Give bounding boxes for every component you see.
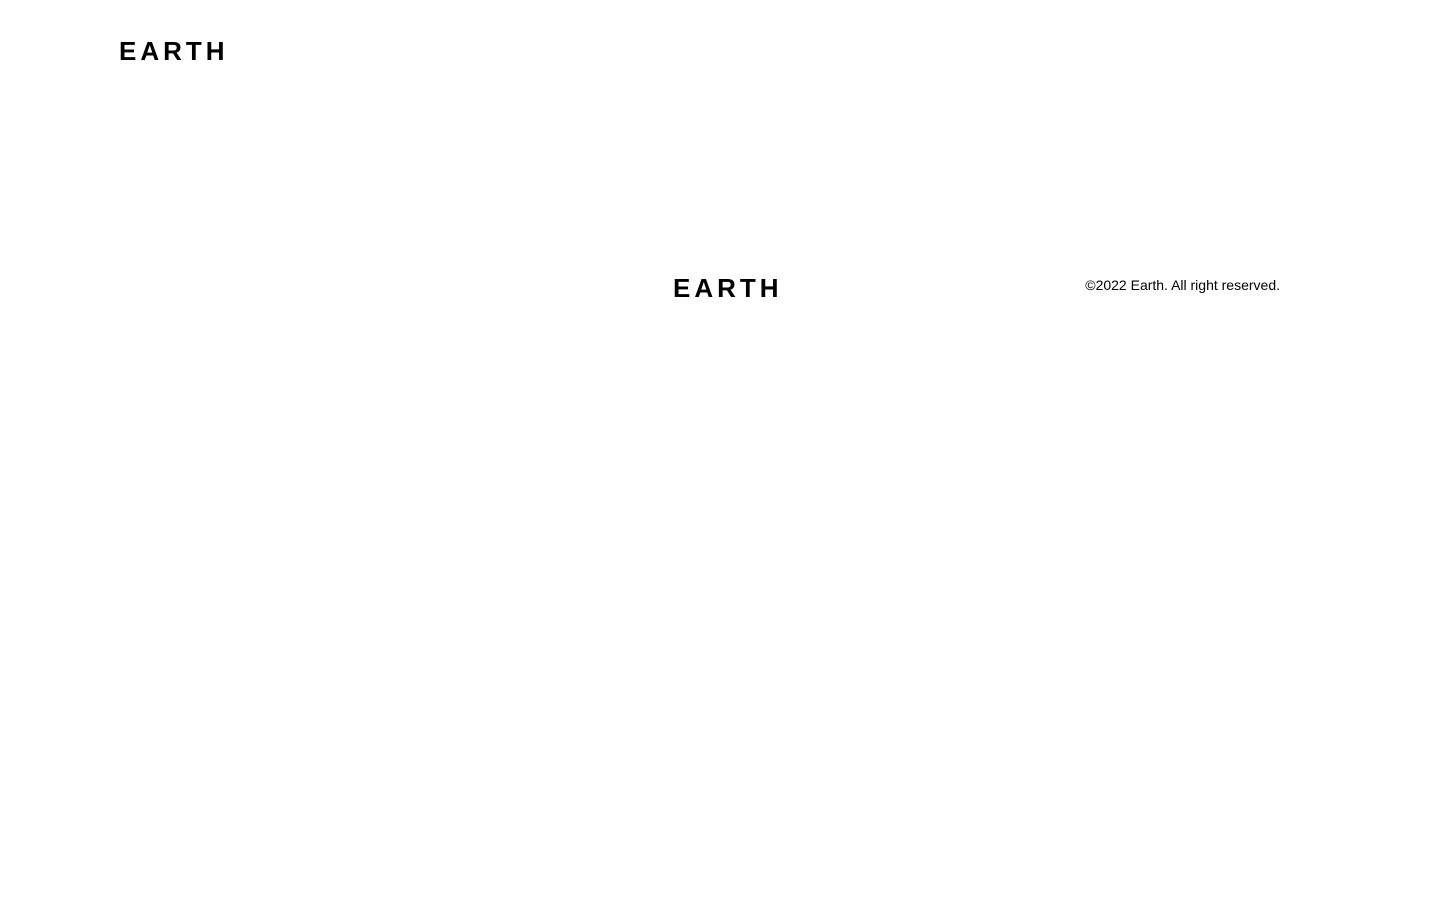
page: EARTH EARTH ©2022 Earth. All right reser… (0, 0, 1440, 900)
copyright-text: ©2022 Earth. All right reserved. (1085, 277, 1280, 293)
site-footer: EARTH ©2022 Earth. All right reserved. (0, 260, 1440, 320)
header-logo-link[interactable]: EARTH (119, 36, 229, 66)
footer-logo-link[interactable]: EARTH (673, 273, 783, 303)
site-header: EARTH (0, 0, 1440, 100)
